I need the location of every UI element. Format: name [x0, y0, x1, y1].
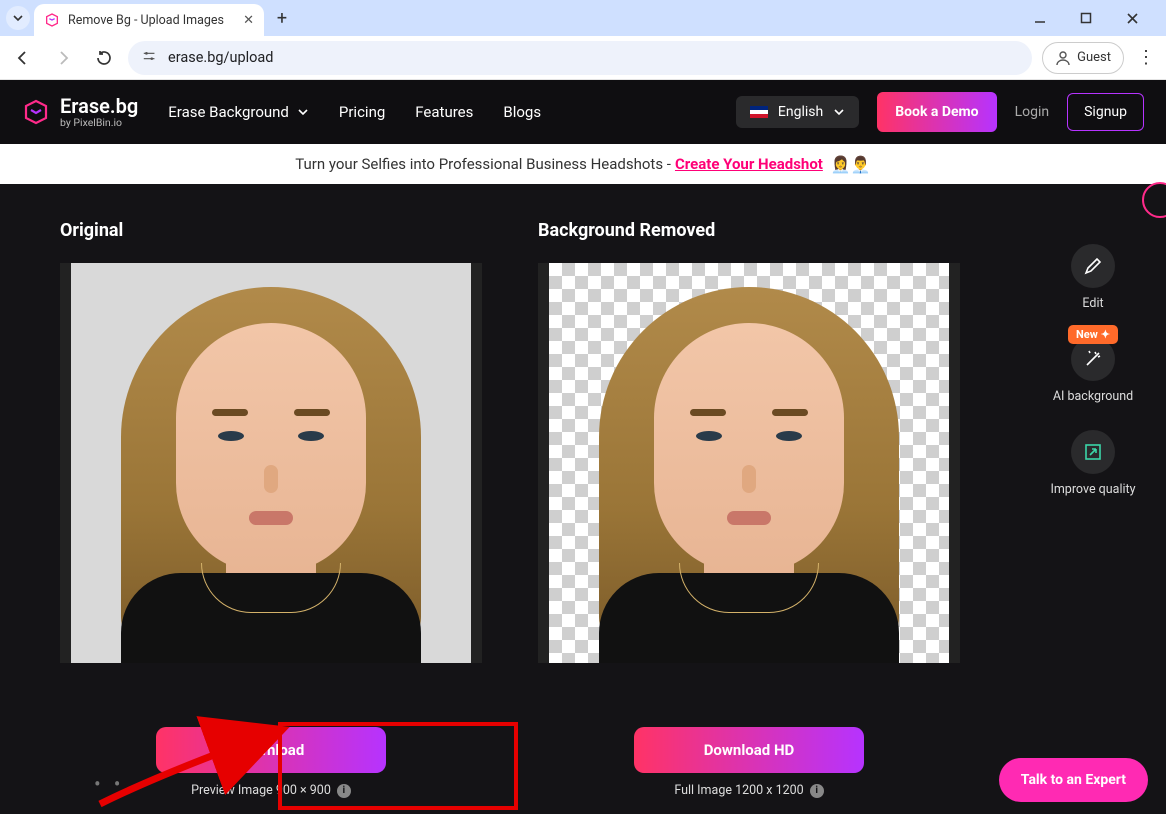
- sub-text: Full Image 1200 x 1200: [674, 783, 803, 798]
- chevron-down-icon: [12, 12, 24, 24]
- window-controls: [1026, 4, 1160, 32]
- removed-title: Background Removed: [538, 220, 960, 241]
- download-button[interactable]: Download: [156, 727, 386, 773]
- login-link[interactable]: Login: [1015, 104, 1050, 120]
- magic-wand-icon: [1083, 349, 1103, 369]
- original-image-frame: [60, 263, 482, 663]
- tool-label: Edit: [1082, 296, 1103, 311]
- browser-chrome: Remove Bg - Upload Images ✕ + erase.bg/u…: [0, 0, 1166, 80]
- tool-label: AI background: [1053, 389, 1133, 404]
- language-label: English: [778, 104, 823, 120]
- button-label: Download: [238, 741, 305, 759]
- nav-label: Features: [415, 103, 473, 121]
- site-settings-icon[interactable]: [142, 49, 158, 67]
- url-bar[interactable]: erase.bg/upload: [128, 41, 1032, 75]
- tab-search-dropdown[interactable]: [6, 6, 30, 30]
- button-label: Talk to an Expert: [1021, 772, 1126, 788]
- original-title: Original: [60, 220, 482, 241]
- side-tools: Edit New✦ AI background Improve quality: [1038, 244, 1148, 497]
- download-sub: Preview Image 900 × 900 i: [191, 783, 351, 798]
- header-right: English Book a Demo Login Signup: [736, 92, 1144, 132]
- site-header: Erase.bg by PixelBin.io Erase Background…: [0, 80, 1166, 144]
- download-row: Download Preview Image 900 × 900 i Downlo…: [60, 727, 1106, 798]
- new-tab-button[interactable]: +: [268, 4, 296, 32]
- improve-quality-tool[interactable]: Improve quality: [1050, 430, 1135, 497]
- nav-features[interactable]: Features: [415, 103, 473, 121]
- info-icon[interactable]: i: [810, 784, 824, 798]
- browser-toolbar: erase.bg/upload Guest ⋮: [0, 36, 1166, 80]
- logo-icon: [22, 98, 50, 126]
- tab-strip: Remove Bg - Upload Images ✕ +: [0, 0, 1166, 36]
- profile-button[interactable]: Guest: [1042, 42, 1124, 74]
- promo-banner: Turn your Selfies into Professional Busi…: [0, 144, 1166, 184]
- site-logo[interactable]: Erase.bg by PixelBin.io: [22, 96, 138, 129]
- original-image: [71, 263, 471, 663]
- language-selector[interactable]: English: [736, 96, 859, 128]
- url-text: erase.bg/upload: [168, 49, 273, 66]
- chevron-down-icon: [833, 106, 845, 118]
- tab-title: Remove Bg - Upload Images: [68, 13, 235, 28]
- download-hd-sub: Full Image 1200 x 1200 i: [674, 783, 823, 798]
- window-close-button[interactable]: [1118, 4, 1146, 32]
- sub-text: Preview Image 900 × 900: [191, 783, 331, 798]
- page: Erase.bg by PixelBin.io Erase Background…: [0, 80, 1166, 814]
- removed-image: [549, 263, 949, 663]
- chevron-down-icon: [297, 106, 309, 118]
- nav-erase-background[interactable]: Erase Background: [168, 103, 309, 121]
- person-icon: [1055, 50, 1071, 66]
- brand-subtitle: by PixelBin.io: [60, 118, 138, 129]
- upscale-icon: [1083, 442, 1103, 462]
- profile-label: Guest: [1077, 50, 1111, 65]
- nav-label: Pricing: [339, 103, 385, 121]
- original-column: Original: [60, 220, 482, 804]
- book-demo-button[interactable]: Book a Demo: [877, 92, 996, 132]
- browser-menu-button[interactable]: ⋮: [1134, 43, 1158, 73]
- window-minimize-button[interactable]: [1026, 4, 1054, 32]
- banner-text: Turn your Selfies into Professional Busi…: [295, 155, 671, 173]
- banner-link[interactable]: Create Your Headshot: [675, 155, 823, 173]
- button-label: Book a Demo: [895, 104, 978, 120]
- new-badge: New✦: [1068, 325, 1118, 344]
- sparkle-icon: ✦: [1101, 328, 1110, 341]
- browser-tab[interactable]: Remove Bg - Upload Images ✕: [34, 4, 264, 36]
- pencil-icon: [1083, 256, 1103, 276]
- button-label: Signup: [1084, 104, 1127, 120]
- pagination-dots: • •: [94, 772, 124, 796]
- info-icon[interactable]: i: [337, 784, 351, 798]
- nav-blogs[interactable]: Blogs: [503, 103, 541, 121]
- removed-image-frame: [538, 263, 960, 663]
- back-button[interactable]: [8, 43, 38, 73]
- reload-button[interactable]: [88, 43, 118, 73]
- link-label: Login: [1015, 104, 1050, 120]
- site-favicon-icon: [44, 12, 60, 28]
- talk-to-expert-button[interactable]: Talk to an Expert: [999, 758, 1148, 802]
- ai-background-tool[interactable]: New✦ AI background: [1053, 337, 1133, 404]
- nav-label: Blogs: [503, 103, 541, 121]
- brand-name: Erase.bg: [60, 96, 138, 116]
- download-hd-col: Download HD Full Image 1200 x 1200 i: [538, 727, 960, 798]
- tab-close-icon[interactable]: ✕: [243, 13, 254, 28]
- button-label: Download HD: [704, 741, 795, 759]
- main-content: Original Background Removed: [0, 184, 1166, 814]
- signup-button[interactable]: Signup: [1067, 93, 1144, 131]
- headshot-emoji-icon: 👩‍💼👨‍💼: [831, 155, 871, 174]
- nav-pricing[interactable]: Pricing: [339, 103, 385, 121]
- tool-label: Improve quality: [1050, 482, 1135, 497]
- download-hd-button[interactable]: Download HD: [634, 727, 864, 773]
- nav-label: Erase Background: [168, 103, 289, 121]
- edit-tool[interactable]: Edit: [1071, 244, 1115, 311]
- window-maximize-button[interactable]: [1072, 4, 1100, 32]
- flag-icon: [750, 106, 768, 118]
- removed-column: Background Removed: [538, 220, 960, 804]
- forward-button[interactable]: [48, 43, 78, 73]
